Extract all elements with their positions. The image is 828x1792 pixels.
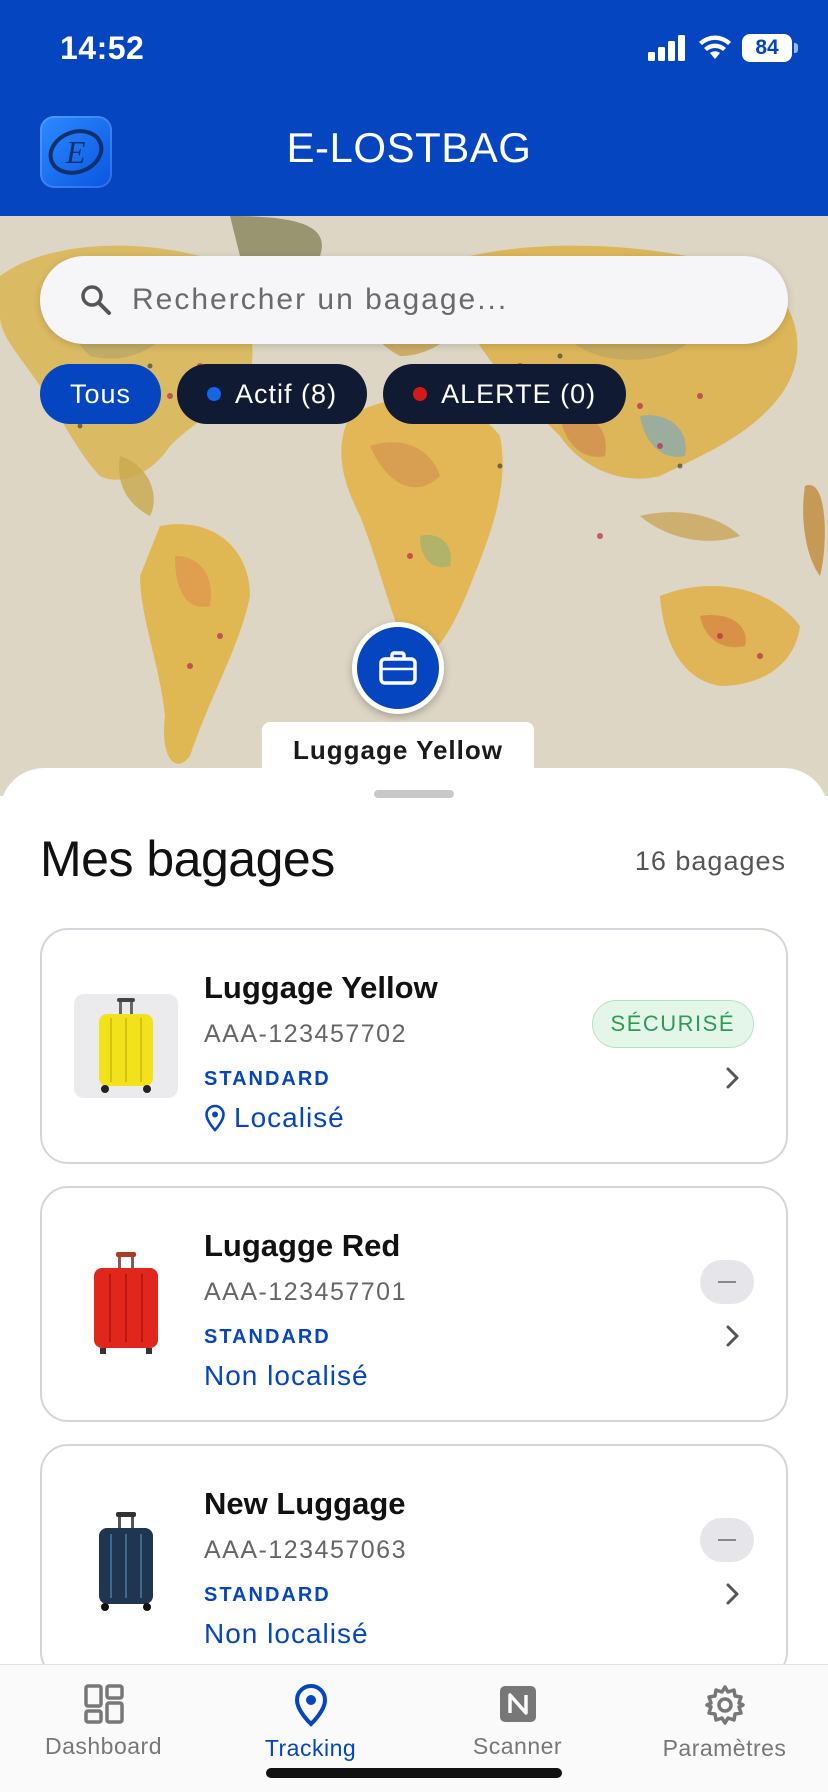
- bag-location-label: Non localisé: [204, 1360, 369, 1391]
- filter-chip-label: Actif (8): [235, 378, 338, 409]
- bags-sheet: Mes bagages 16 bagages Luggage Yellow AA…: [0, 768, 828, 1792]
- wifi-icon: [699, 35, 731, 59]
- filter-chips: Tous Actif (8) ALERTE (0): [40, 364, 627, 424]
- chevron-right-icon: [726, 1583, 739, 1605]
- battery-indicator: 84: [742, 34, 798, 62]
- red-suitcase-icon: [94, 1252, 158, 1354]
- bag-card[interactable]: Luggage Yellow AAA-123457702 STANDARD Lo…: [40, 928, 788, 1164]
- tab-dashboard[interactable]: Dashboard: [0, 1665, 207, 1792]
- filter-chip-active[interactable]: Actif (8): [177, 364, 368, 424]
- status-bar: 14:52 84: [0, 0, 828, 100]
- bag-tier: STANDARD: [204, 1068, 331, 1090]
- bag-code: AAA-123457063: [204, 1536, 407, 1564]
- tab-parametres[interactable]: Paramètres: [621, 1665, 828, 1792]
- filter-chip-alert[interactable]: ALERTE (0): [383, 364, 627, 424]
- bag-name: Luggage Yellow: [204, 970, 438, 1005]
- gear-icon: [704, 1685, 745, 1725]
- bag-location-status: Localisé: [204, 1102, 345, 1134]
- filter-chip-all[interactable]: Tous: [40, 364, 162, 424]
- search-icon: [76, 280, 116, 320]
- bag-count: 16 bagages: [634, 846, 786, 876]
- status-badge: SÉCURISÉ: [591, 1000, 754, 1048]
- active-dot-icon: [207, 387, 222, 401]
- bag-code: AAA-123457701: [204, 1278, 407, 1306]
- signal-icon: [648, 35, 685, 61]
- status-badge-neutral: [700, 1260, 754, 1304]
- yellow-suitcase-icon: [99, 998, 153, 1093]
- briefcase-icon: [379, 651, 417, 685]
- bag-tier: STANDARD: [204, 1584, 331, 1606]
- bag-tier: STANDARD: [204, 1326, 331, 1348]
- dashboard-icon: [83, 1684, 124, 1724]
- bag-thumbnail: [74, 1252, 178, 1356]
- tab-label: Scanner: [472, 1733, 563, 1759]
- sheet-handle[interactable]: [374, 790, 454, 798]
- map-marker[interactable]: [352, 622, 444, 714]
- bag-card[interactable]: Lugagge Red AAA-123457701 STANDARD Non l…: [40, 1186, 788, 1422]
- location-pin-icon: [294, 1683, 327, 1727]
- alert-dot-icon: [413, 387, 428, 401]
- bag-location-label: Non localisé: [204, 1618, 369, 1649]
- status-badge-neutral: [700, 1518, 754, 1562]
- dash-icon: [718, 1539, 736, 1541]
- nfc-icon: [499, 1686, 536, 1722]
- dash-icon: [718, 1281, 736, 1283]
- location-pin-icon: [205, 1104, 225, 1132]
- bag-thumbnail: [74, 1510, 178, 1614]
- bag-card[interactable]: New Luggage AAA-123457063 STANDARD Non l…: [40, 1444, 788, 1680]
- chevron-right-icon: [726, 1067, 739, 1089]
- navy-suitcase-icon: [99, 1512, 153, 1611]
- app-title: E-LOSTBAG: [286, 124, 532, 171]
- filter-chip-label: ALERTE (0): [441, 378, 597, 409]
- bag-thumbnail: [74, 994, 178, 1098]
- bag-location-status: Non localisé: [204, 1618, 369, 1650]
- app-header: 14:52 84 E E-LOSTBAG: [0, 0, 828, 216]
- bag-location-status: Non localisé: [204, 1360, 369, 1392]
- bag-location-label: Localisé: [234, 1102, 345, 1133]
- sheet-title: Mes bagages: [40, 831, 335, 887]
- status-icons: 84: [648, 34, 798, 62]
- chevron-right-icon: [726, 1325, 739, 1347]
- tab-label: Tracking: [264, 1735, 357, 1761]
- home-indicator: [266, 1768, 562, 1778]
- tab-label: Dashboard: [44, 1733, 163, 1759]
- tab-label: Paramètres: [662, 1735, 787, 1761]
- search-input[interactable]: [132, 283, 732, 317]
- search-bar[interactable]: [40, 256, 788, 344]
- bag-name: New Luggage: [204, 1486, 406, 1521]
- bag-code: AAA-123457702: [204, 1020, 407, 1048]
- filter-chip-label: Tous: [70, 378, 132, 409]
- status-time: 14:52: [60, 30, 145, 66]
- bag-name: Lugagge Red: [204, 1228, 401, 1263]
